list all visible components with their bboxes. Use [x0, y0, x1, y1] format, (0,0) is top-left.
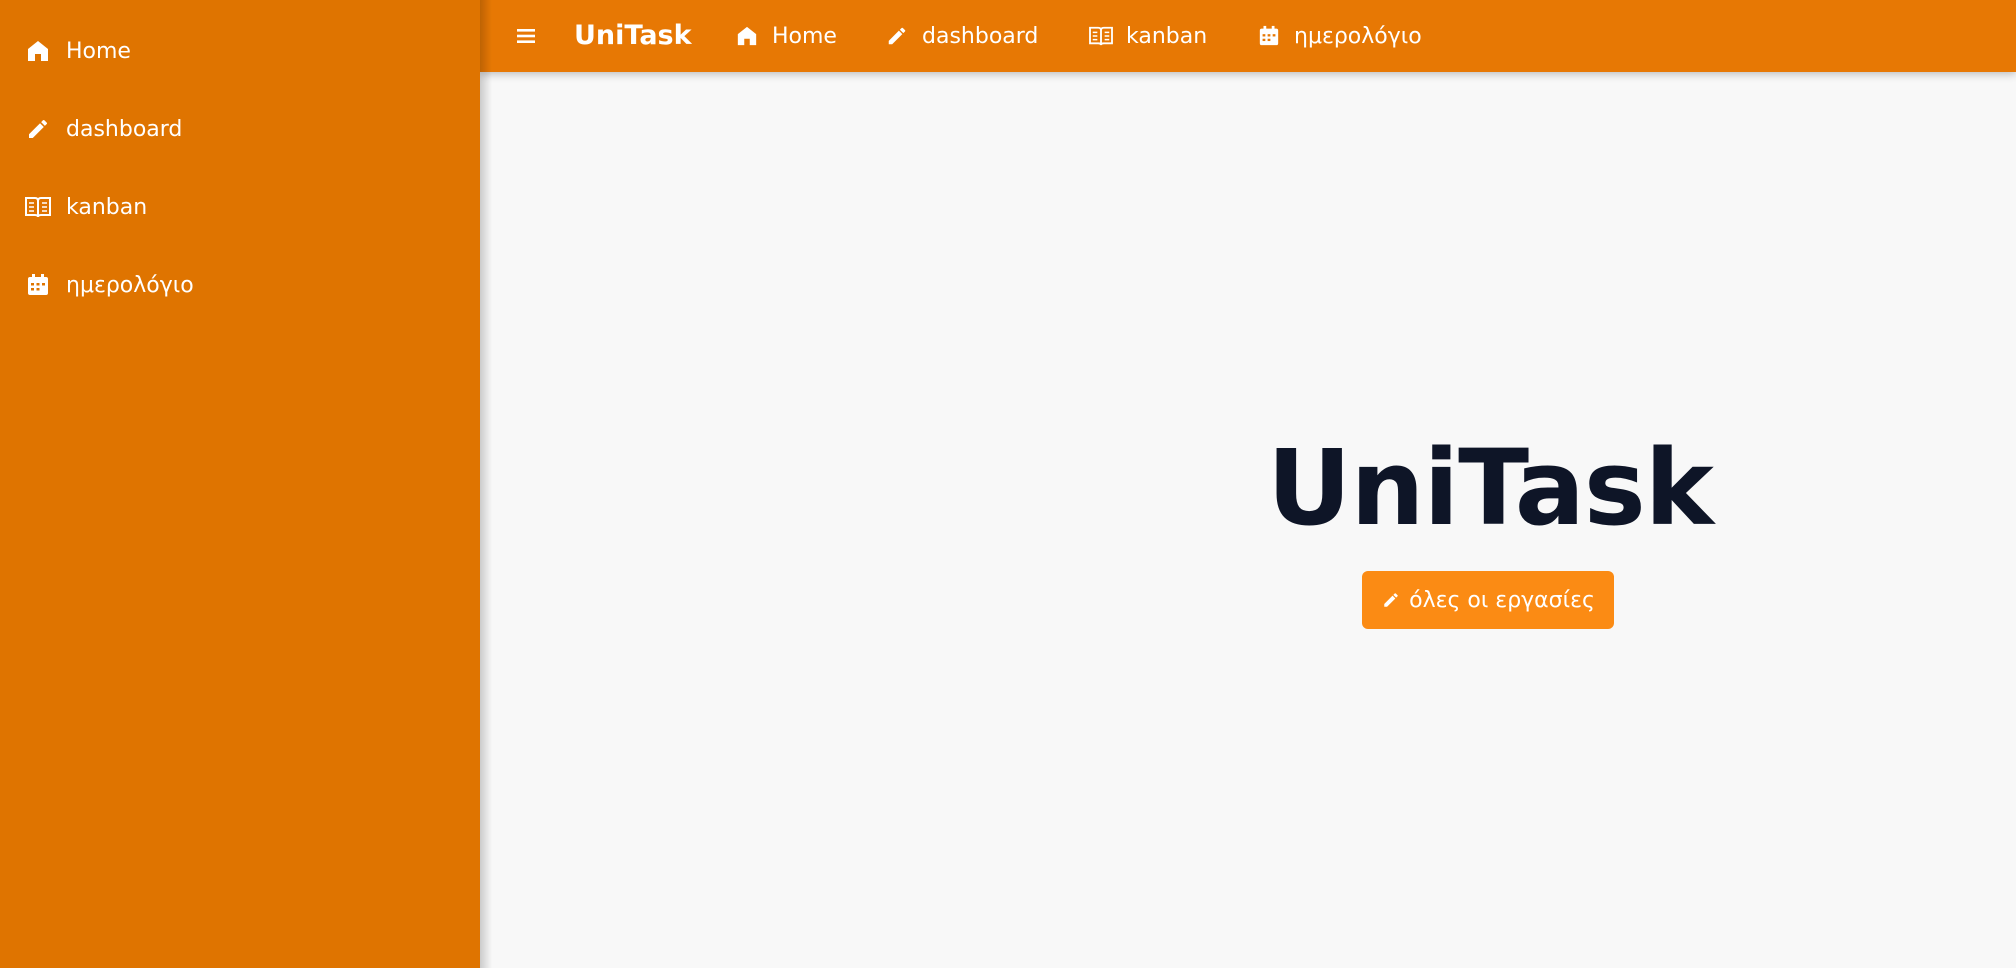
sidebar: Home dashboard kanban ημερολόγιο [0, 0, 480, 968]
sidebar-item-kanban[interactable]: kanban [24, 187, 147, 227]
calendar-icon [1256, 23, 1282, 49]
nav-item-home[interactable]: Home [734, 16, 837, 56]
calendar-icon [24, 271, 52, 299]
nav-item-label: ημερολόγιο [1294, 23, 1422, 49]
sidebar-item-home[interactable]: Home [24, 31, 131, 71]
nav-item-dashboard[interactable]: dashboard [884, 16, 1038, 56]
brand-title[interactable]: UniTask [574, 16, 692, 56]
sidebar-item-label: ημερολόγιο [66, 272, 194, 298]
home-icon [734, 23, 760, 49]
pencil-icon [884, 23, 910, 49]
sidebar-item-dashboard[interactable]: dashboard [24, 109, 182, 149]
sidebar-item-label: Home [66, 38, 131, 64]
book-open-icon [24, 193, 52, 221]
nav-item-label: Home [772, 23, 837, 49]
hero-title: UniTask [1267, 427, 1714, 549]
nav-item-label: kanban [1126, 23, 1208, 49]
nav-item-calendar[interactable]: ημερολόγιο [1256, 16, 1422, 56]
sidebar-item-calendar[interactable]: ημερολόγιο [24, 265, 194, 305]
nav-item-kanban[interactable]: kanban [1088, 16, 1207, 56]
pencil-icon [1381, 590, 1401, 610]
top-navbar: UniTask Home dashboard kanban ημερολόγιο [480, 0, 2016, 72]
book-open-icon [1088, 23, 1114, 49]
hamburger-icon[interactable] [512, 22, 540, 50]
all-tasks-button[interactable]: όλες οι εργασίες [1362, 571, 1614, 629]
nav-item-label: dashboard [922, 23, 1039, 49]
sidebar-item-label: dashboard [66, 116, 183, 142]
sidebar-item-label: kanban [66, 194, 148, 220]
sidebar-shadow [480, 0, 492, 968]
home-icon [24, 37, 52, 65]
pencil-icon [24, 115, 52, 143]
all-tasks-button-label: όλες οι εργασίες [1409, 587, 1595, 613]
